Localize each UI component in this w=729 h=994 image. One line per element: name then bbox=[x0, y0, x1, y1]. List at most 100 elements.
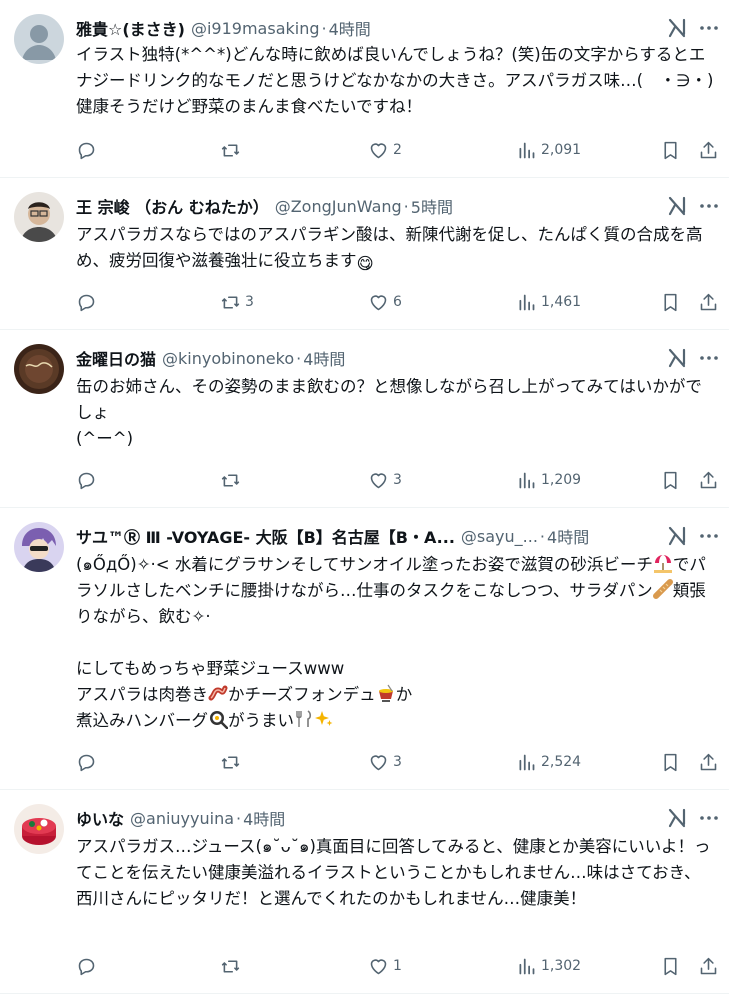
timestamp[interactable]: 4時間 bbox=[243, 806, 285, 830]
timestamp[interactable]: 4時間 bbox=[547, 524, 589, 548]
grok-icon[interactable] bbox=[667, 196, 687, 216]
reply-button[interactable] bbox=[76, 468, 101, 492]
repost-button[interactable]: 3 bbox=[220, 290, 254, 314]
reply-icon bbox=[78, 958, 95, 975]
like-button[interactable]: 1 bbox=[368, 954, 402, 978]
reply-button[interactable] bbox=[76, 954, 101, 978]
post-text-part: (๑ŐдŐ)✧‧< 水着にグラサンそしてサンオイル塗ったお姿で滋賀の砂浜ビーチ bbox=[76, 555, 653, 574]
views-count: 1,461 bbox=[541, 294, 582, 310]
display-name[interactable]: ゆいな bbox=[76, 806, 124, 830]
views-button[interactable]: 1,302 bbox=[516, 954, 581, 978]
separator-dot: · bbox=[296, 348, 302, 368]
views-chart-icon bbox=[519, 294, 535, 310]
timestamp[interactable]: 4時間 bbox=[329, 16, 371, 40]
views-button[interactable]: 2,091 bbox=[516, 138, 581, 162]
share-icon bbox=[700, 471, 717, 488]
views-chart-icon bbox=[519, 142, 535, 158]
post[interactable]: 金曜日の猫 @kinyobinoneko · 4時間 缶のお姉さん、その姿勢のま… bbox=[0, 330, 729, 508]
user-handle[interactable]: @kinyobinoneko bbox=[162, 349, 294, 368]
bookmark-button[interactable] bbox=[660, 750, 681, 774]
post-header: 王 宗峻 （おん むねたか） @ZongJunWang · 5時間 bbox=[76, 192, 669, 220]
post[interactable]: 王 宗峻 （おん むねたか） @ZongJunWang · 5時間 アスパラガス… bbox=[0, 178, 729, 330]
post-header: サユ™Ⓡ Ⅲ -VOYAGE- 大阪【B】名古屋【B・A... @sayu_..… bbox=[76, 522, 669, 550]
bookmark-icon bbox=[664, 957, 677, 975]
reply-button[interactable] bbox=[76, 290, 101, 314]
views-count: 2,524 bbox=[541, 754, 582, 770]
grok-icon[interactable] bbox=[667, 526, 687, 546]
repost-icon bbox=[221, 755, 240, 769]
timestamp[interactable]: 4時間 bbox=[303, 346, 345, 370]
user-handle[interactable]: @i919masaking bbox=[191, 19, 320, 38]
bookmark-button[interactable] bbox=[660, 138, 681, 162]
views-button[interactable]: 1,209 bbox=[516, 468, 581, 492]
like-count: 6 bbox=[393, 294, 402, 310]
share-button[interactable] bbox=[698, 468, 719, 492]
repost-button[interactable] bbox=[220, 138, 245, 162]
post[interactable]: サユ™Ⓡ Ⅲ -VOYAGE- 大阪【B】名古屋【B・A... @sayu_..… bbox=[0, 508, 729, 790]
post-header: 雅貴☆(まさき) @i919masaking · 4時間 bbox=[76, 14, 669, 42]
more-icon[interactable] bbox=[699, 526, 719, 546]
bookmark-icon bbox=[664, 753, 677, 771]
like-button[interactable]: 3 bbox=[368, 750, 402, 774]
share-button[interactable] bbox=[698, 138, 719, 162]
user-handle[interactable]: @sayu_... bbox=[461, 527, 538, 546]
share-icon bbox=[700, 957, 717, 974]
action-bar: 3 1,209 bbox=[76, 468, 717, 492]
heart-icon bbox=[370, 472, 387, 488]
views-count: 1,209 bbox=[541, 472, 582, 488]
avatar[interactable] bbox=[14, 192, 64, 242]
post[interactable]: ゆいな @aniuyyuina · 4時間 アスパラガス…ジュース(๑˘ᴗ˘๑)… bbox=[0, 790, 729, 994]
share-icon bbox=[700, 753, 717, 770]
reply-button[interactable] bbox=[76, 138, 101, 162]
avatar[interactable] bbox=[14, 522, 64, 572]
avatar[interactable] bbox=[14, 804, 64, 854]
views-button[interactable]: 2,524 bbox=[516, 750, 581, 774]
display-name[interactable]: 王 宗峻 （おん むねたか） bbox=[76, 194, 269, 218]
user-handle[interactable]: @aniuyyuina bbox=[130, 809, 234, 828]
reply-icon bbox=[78, 754, 95, 771]
heart-icon bbox=[370, 142, 387, 158]
reply-feed: 雅貴☆(まさき) @i919masaking · 4時間 イラスト独特(*^^*… bbox=[0, 0, 729, 994]
repost-count: 3 bbox=[245, 294, 254, 310]
reply-button[interactable] bbox=[76, 750, 101, 774]
more-icon[interactable] bbox=[699, 348, 719, 368]
post-text-part: かチーズフォンデュ bbox=[228, 685, 376, 704]
more-icon[interactable] bbox=[699, 196, 719, 216]
views-button[interactable]: 1,461 bbox=[516, 290, 581, 314]
grok-icon[interactable] bbox=[667, 808, 687, 828]
bookmark-button[interactable] bbox=[660, 954, 681, 978]
post-text: イラスト独特(*^^*)どんな時に飲めば良いんでしょうね？(笑)缶の文字からする… bbox=[76, 45, 714, 116]
user-handle[interactable]: @ZongJunWang bbox=[275, 197, 402, 216]
bookmark-button[interactable] bbox=[660, 468, 681, 492]
display-name[interactable]: 雅貴☆(まさき) bbox=[76, 16, 185, 40]
repost-button[interactable] bbox=[220, 750, 245, 774]
share-button[interactable] bbox=[698, 954, 719, 978]
share-button[interactable] bbox=[698, 750, 719, 774]
avatar[interactable] bbox=[14, 344, 64, 394]
like-count: 3 bbox=[393, 754, 402, 770]
repost-button[interactable] bbox=[220, 954, 245, 978]
post[interactable]: 雅貴☆(まさき) @i919masaking · 4時間 イラスト独特(*^^*… bbox=[0, 0, 729, 178]
like-button[interactable]: 2 bbox=[368, 138, 402, 162]
like-button[interactable]: 3 bbox=[368, 468, 402, 492]
display-name[interactable]: サユ™Ⓡ Ⅲ -VOYAGE- 大阪【B】名古屋【B・A... bbox=[76, 524, 455, 548]
share-button[interactable] bbox=[698, 290, 719, 314]
bookmark-button[interactable] bbox=[660, 290, 681, 314]
repost-button[interactable] bbox=[220, 468, 245, 492]
repost-icon bbox=[221, 143, 240, 157]
yum-face-emoji: 😋 bbox=[356, 254, 374, 273]
more-icon[interactable] bbox=[699, 18, 719, 38]
post-text: 缶のお姉さん、その姿勢のまま飲むの？と想像しながら召し上がってみてはいかがでしょ… bbox=[76, 377, 702, 448]
like-button[interactable]: 6 bbox=[368, 290, 402, 314]
like-count: 3 bbox=[393, 472, 402, 488]
more-icon[interactable] bbox=[699, 808, 719, 828]
avatar[interactable] bbox=[14, 14, 64, 64]
display-name[interactable]: 金曜日の猫 bbox=[76, 346, 156, 370]
fondue-emoji bbox=[378, 684, 393, 702]
bookmark-icon bbox=[664, 293, 677, 311]
like-count: 1 bbox=[393, 958, 402, 974]
grok-icon[interactable] bbox=[667, 18, 687, 38]
grok-icon[interactable] bbox=[667, 348, 687, 368]
action-bar: 3 2,524 bbox=[76, 750, 717, 774]
timestamp[interactable]: 5時間 bbox=[411, 194, 453, 218]
